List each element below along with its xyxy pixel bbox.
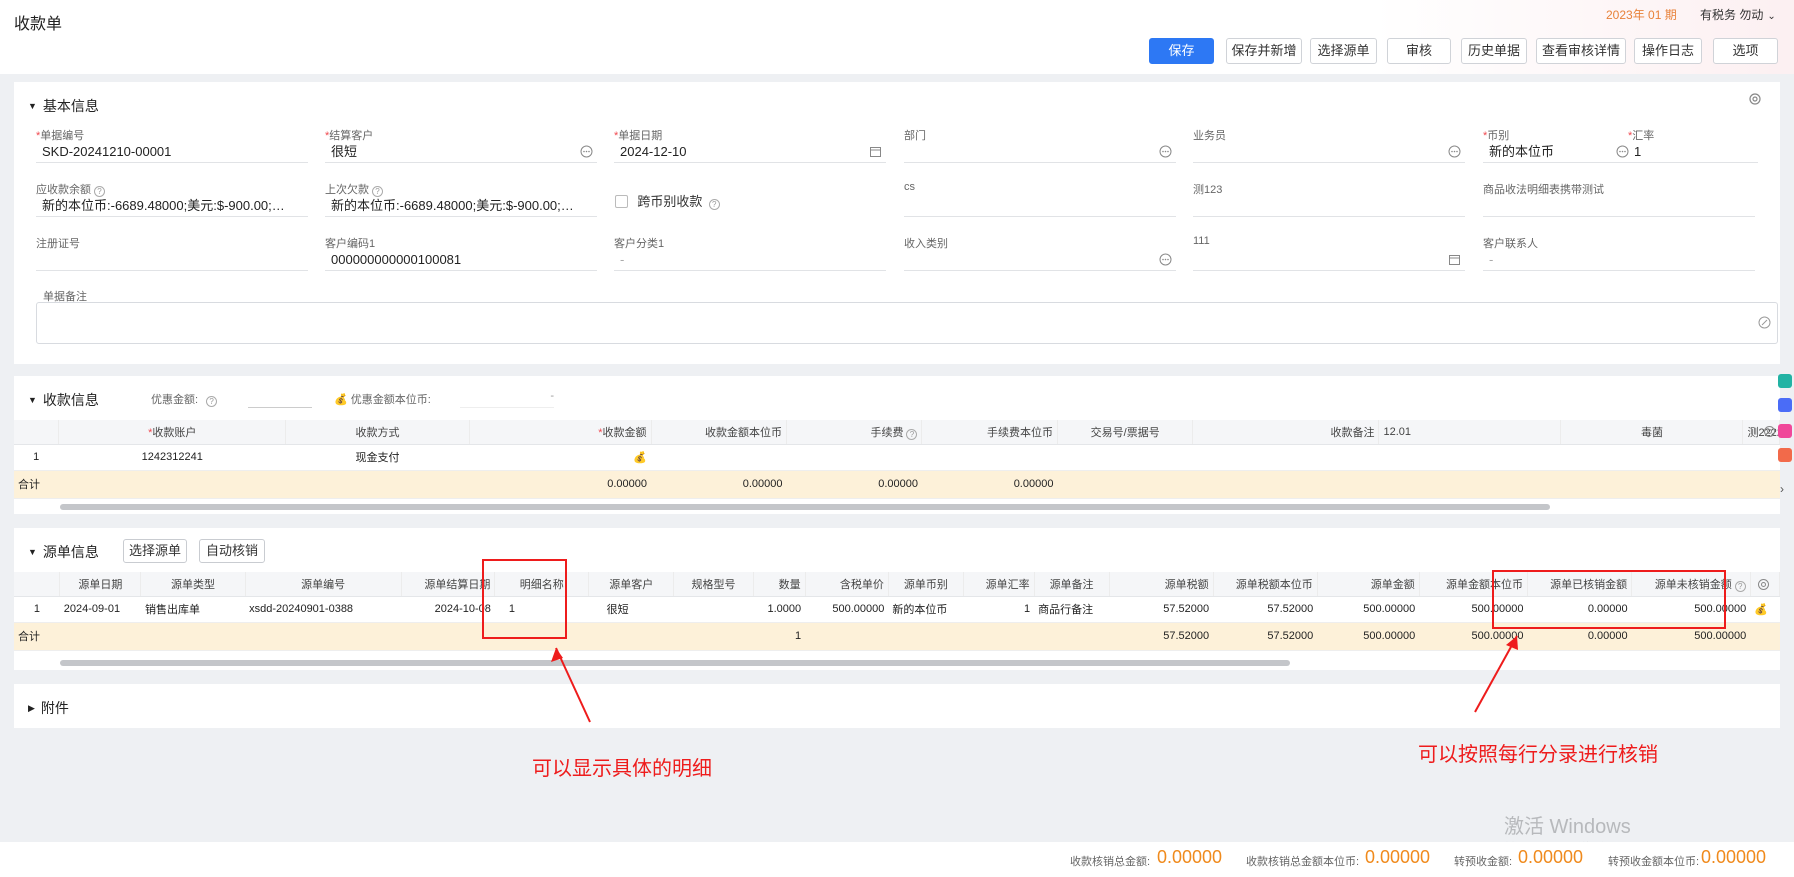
chevron-right-icon[interactable]: ›: [1780, 482, 1784, 496]
footer-prepay-base-value: 0.00000: [1701, 847, 1767, 867]
footer-prepay-value: 0.00000: [1518, 847, 1584, 867]
footer-prepay-label: 转预收金额:: [1454, 856, 1513, 868]
footer-writeoff-value: 0.00000: [1157, 847, 1223, 867]
arrow-right-line: [1474, 635, 1518, 713]
notice-side-icon[interactable]: [1778, 448, 1792, 462]
arrow-left-line: [555, 647, 591, 723]
annotation-left-text: 可以显示具体的明细: [532, 758, 712, 780]
activation-watermark: 激活 Windows: [1504, 816, 1631, 838]
message-side-icon[interactable]: [1778, 424, 1792, 438]
footer-prepay-base-label: 转预收金额本位币:: [1608, 856, 1700, 868]
help-side-icon[interactable]: [1778, 374, 1792, 388]
footer-writeoff-base-label: 收款核销总金额本位币:: [1246, 856, 1360, 868]
annotation-right-text: 可以按照每行分录进行核销: [1418, 744, 1658, 766]
arrow-right-head: [1506, 636, 1518, 650]
chat-side-icon[interactable]: [1778, 398, 1792, 412]
footer-writeoff-label: 收款核销总金额:: [1070, 856, 1151, 868]
footer-writeoff-base-value: 0.00000: [1365, 847, 1431, 867]
